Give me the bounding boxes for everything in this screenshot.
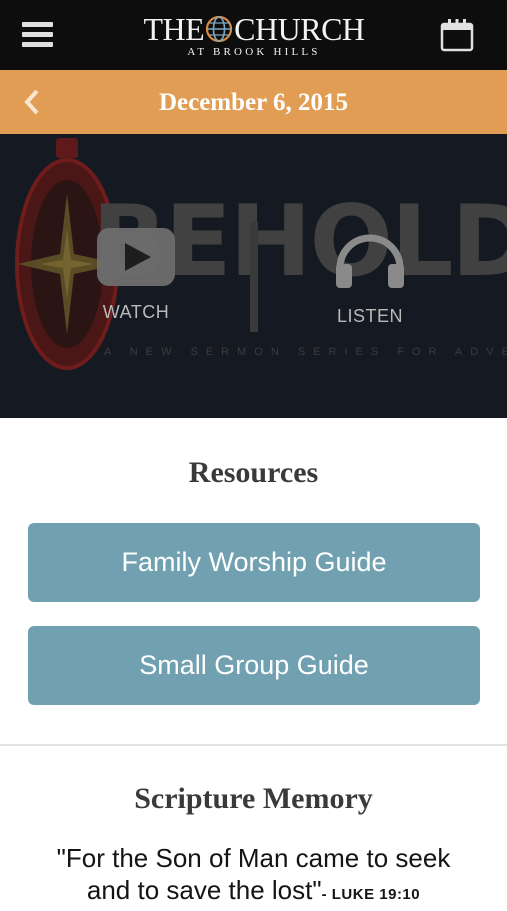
logo-text-church: CHURCH xyxy=(234,11,365,47)
listen-button[interactable]: LISTEN xyxy=(325,228,417,332)
verse-reference: - LUKE 19:10 xyxy=(321,886,421,903)
verse-line-2-text: and to save the lost" xyxy=(86,875,322,905)
top-bar: THE CHURCH AT BROOK HILLS xyxy=(0,0,507,70)
watch-button[interactable]: WATCH xyxy=(92,228,184,328)
page-title: December 6, 2015 xyxy=(158,89,349,116)
logo-text-the: THE xyxy=(143,11,205,47)
globe-icon xyxy=(206,15,233,43)
verse-line-2: and to save the lost"- LUKE 19:10 xyxy=(0,874,507,911)
play-icon xyxy=(97,228,175,286)
series-subtitle: A NEW SERMON SERIES FOR ADVENT xyxy=(104,346,507,358)
scripture-verse: "For the Son of Man came to seek and to … xyxy=(0,842,507,911)
hamburger-menu-icon[interactable] xyxy=(22,22,53,48)
verse-line-1: "For the Son of Man came to seek xyxy=(56,843,451,873)
church-logo[interactable]: THE CHURCH AT BROOK HILLS xyxy=(120,12,388,62)
section-divider xyxy=(0,744,507,746)
calendar-icon[interactable] xyxy=(440,18,474,52)
watch-label: WATCH xyxy=(102,302,170,322)
logo-subtitle: AT BROOK HILLS xyxy=(187,46,321,58)
headphones-icon xyxy=(336,234,404,288)
date-bar: December 6, 2015 xyxy=(0,70,507,134)
hero-divider xyxy=(250,222,258,332)
sermon-hero: BEHOLD A NEW SERMON SERIES FOR ADVENT WA… xyxy=(0,134,507,418)
scripture-memory-heading: Scripture Memory xyxy=(134,782,373,815)
resources-heading: Resources xyxy=(188,456,319,489)
listen-label: LISTEN xyxy=(336,306,404,326)
small-group-guide-button[interactable]: Small Group Guide xyxy=(28,626,480,705)
chevron-left-icon[interactable] xyxy=(22,88,42,116)
family-worship-guide-button[interactable]: Family Worship Guide xyxy=(28,523,480,602)
